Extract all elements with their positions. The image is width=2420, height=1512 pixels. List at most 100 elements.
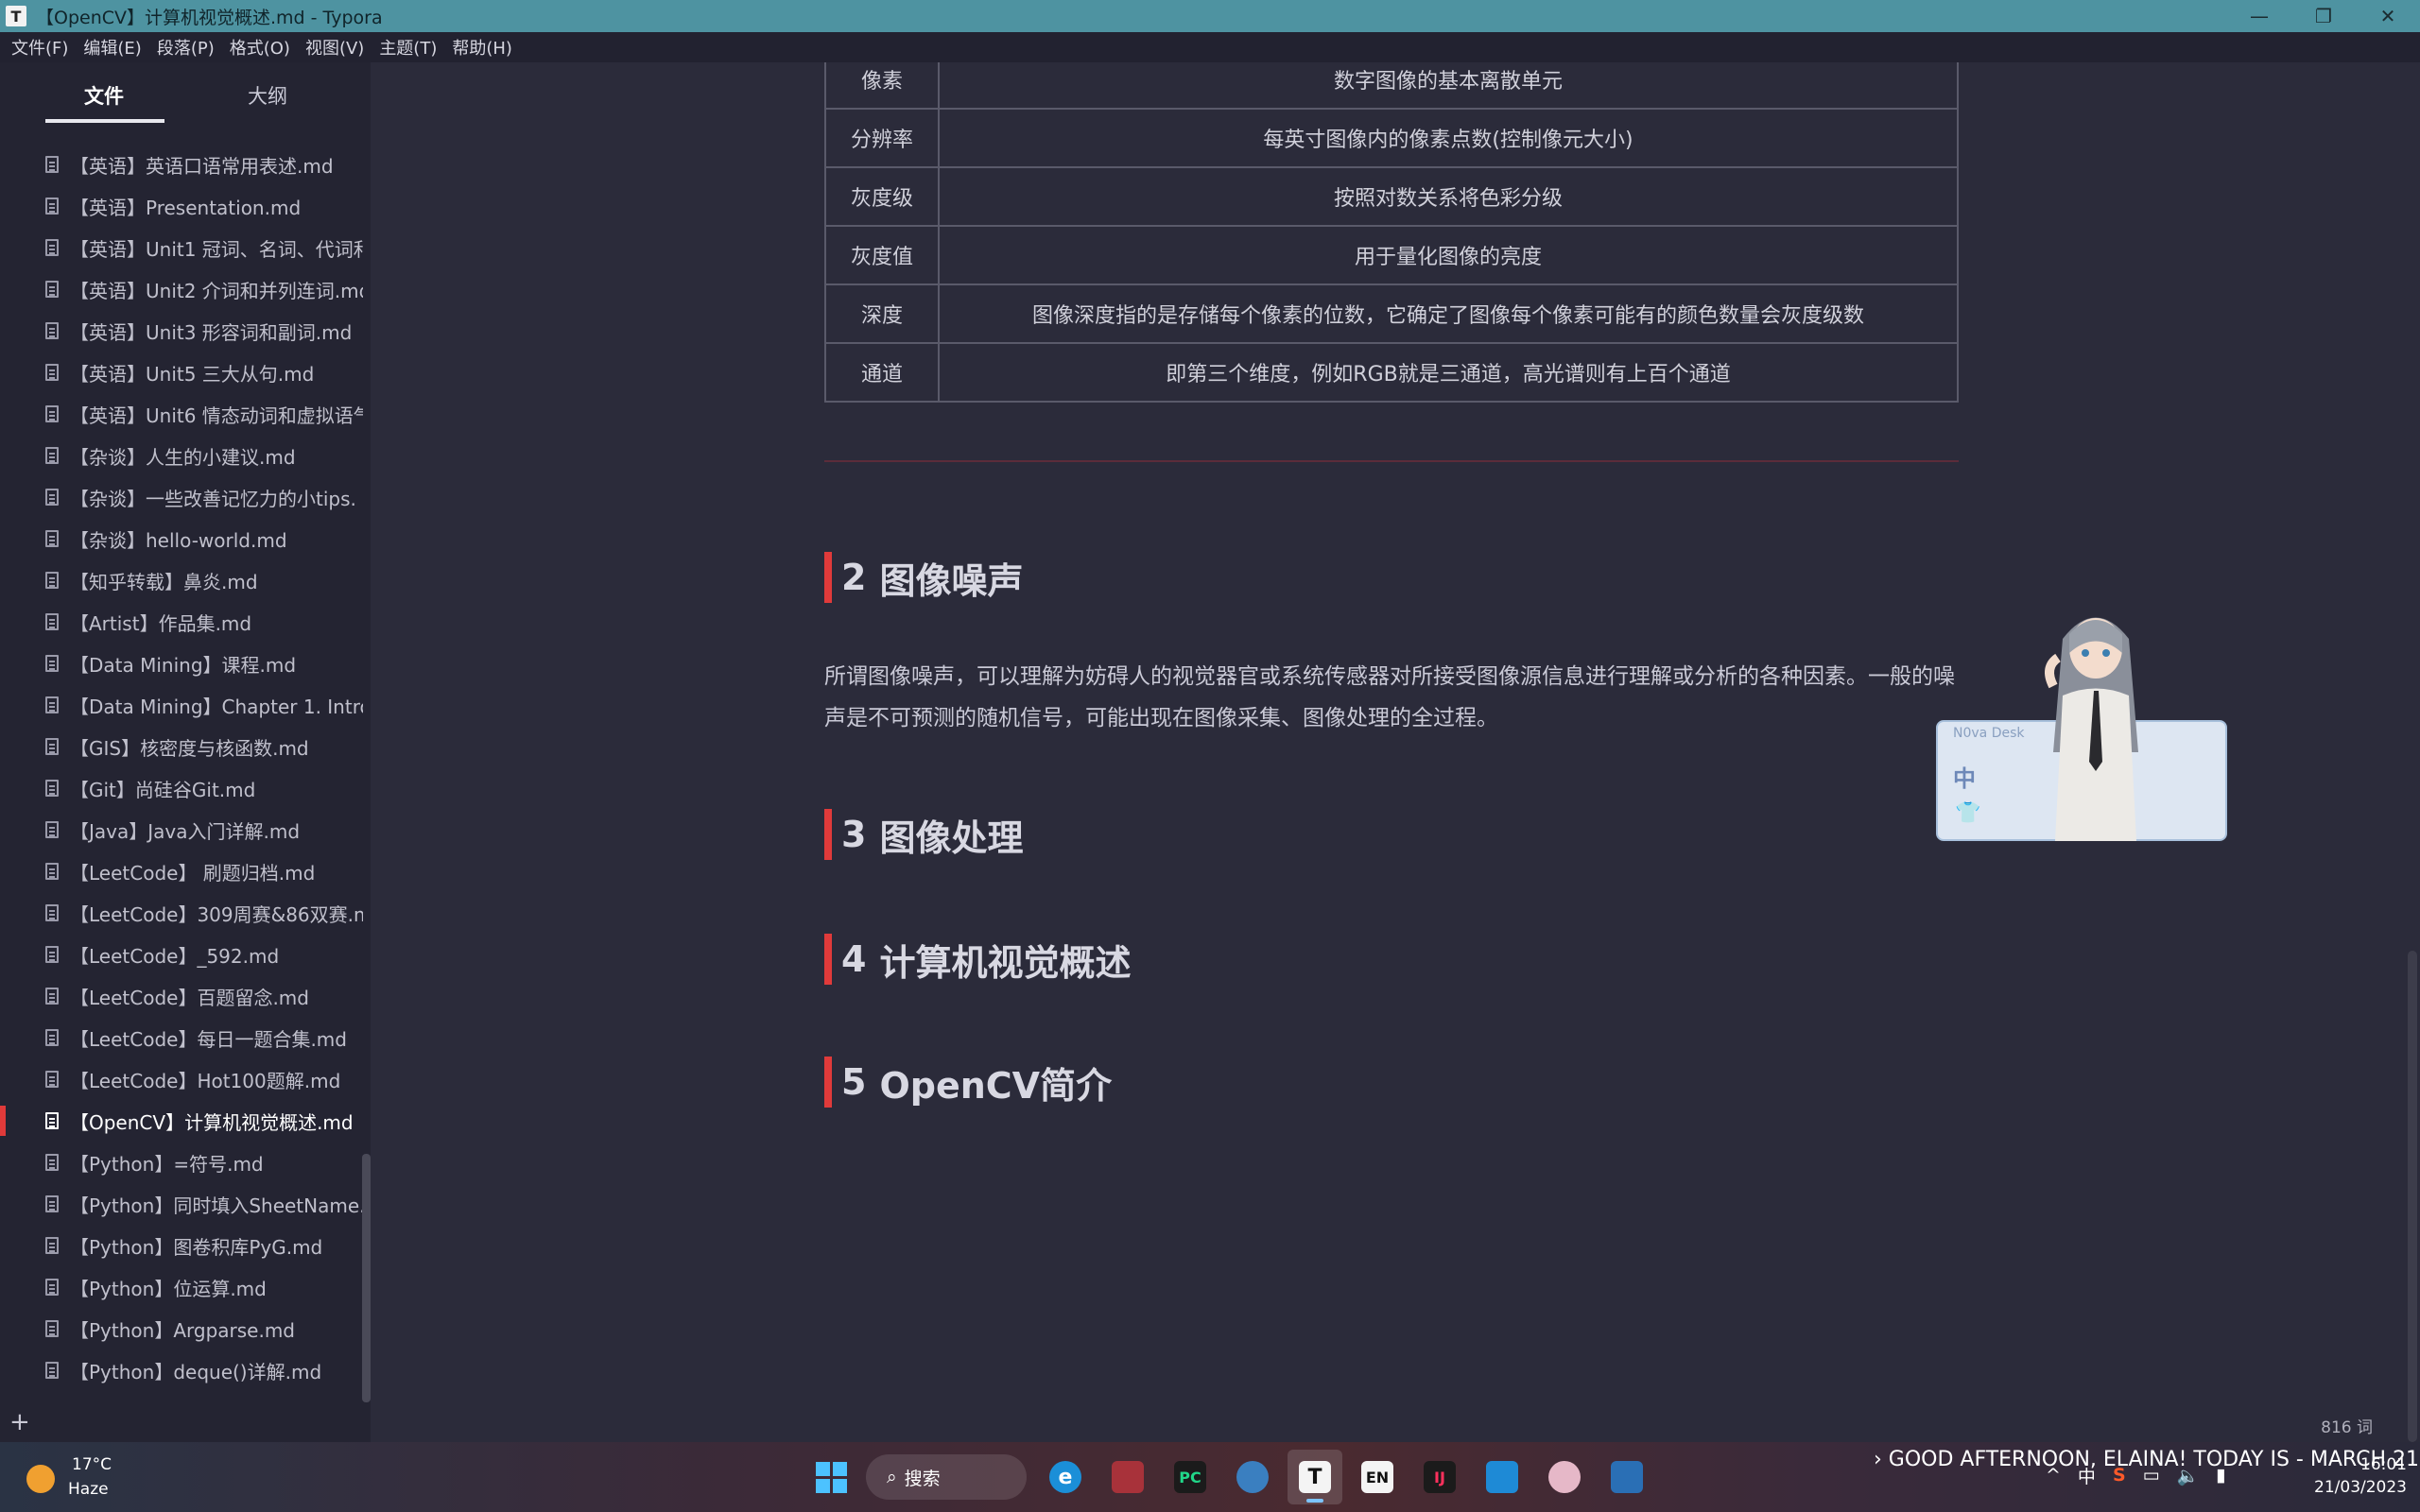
- heading-cv-overview[interactable]: 4 计算机视觉概述: [824, 934, 1131, 985]
- search-icon: ⌕: [887, 1467, 897, 1487]
- heading-number: 2: [841, 557, 867, 598]
- taskbar-vscode[interactable]: [1475, 1450, 1530, 1504]
- table-term-cell[interactable]: 灰度级: [824, 166, 940, 227]
- pet-language-button[interactable]: 中: [1953, 760, 1976, 793]
- document-icon: [45, 364, 59, 381]
- table-description-cell[interactable]: 图像深度指的是存储每个像素的位数，它确定了图像每个像素可能有的颜色数量会灰度级数: [938, 284, 1959, 344]
- file-item[interactable]: 【知乎转载】鼻炎.md: [0, 559, 363, 601]
- file-item[interactable]: 【LeetCode】Hot100题解.md: [0, 1058, 363, 1100]
- ime-indicator[interactable]: 中: [2078, 1463, 2096, 1488]
- file-item[interactable]: 【Python】同时填入SheetName.m: [0, 1183, 363, 1225]
- table-description-cell[interactable]: 即第三个维度，例如RGB就是三通道，高光谱则有上百个通道: [938, 342, 1959, 403]
- file-item-active[interactable]: 【OpenCV】计算机视觉概述.md: [0, 1100, 363, 1142]
- file-item[interactable]: 【Python】Argparse.md: [0, 1308, 363, 1349]
- menu-view[interactable]: 视图(V): [298, 35, 372, 60]
- menu-edit[interactable]: 编辑(E): [76, 35, 148, 60]
- tab-outline[interactable]: 大纲: [248, 81, 287, 110]
- avatar-app-icon: [1548, 1461, 1581, 1493]
- sidebar-scrollbar[interactable]: [362, 1154, 371, 1402]
- file-item[interactable]: 【Python】=符号.md: [0, 1142, 363, 1183]
- table-term-cell[interactable]: 分辨率: [824, 108, 940, 168]
- weather-widget[interactable]: 17°C Haze: [23, 1452, 117, 1504]
- heading-opencv-intro[interactable]: 5 OpenCV简介: [824, 1057, 1112, 1108]
- editor-scrollbar[interactable]: [2408, 951, 2417, 1442]
- file-item[interactable]: 【Git】尚硅谷Git.md: [0, 767, 363, 809]
- taskbar-blue-app[interactable]: [1599, 1450, 1654, 1504]
- file-name: 【LeetCode】 刷题归档.md: [70, 861, 316, 885]
- heading-image-processing[interactable]: 3 图像处理: [824, 809, 1023, 860]
- file-item[interactable]: 【杂谈】人生的小建议.md: [0, 435, 363, 476]
- file-item[interactable]: 【Data Mining】Chapter 1. Introduc: [0, 684, 363, 726]
- taskbar-search-app[interactable]: [1225, 1450, 1280, 1504]
- file-item[interactable]: 【英语】Unit3 形容词和副词.md: [0, 310, 363, 352]
- file-item[interactable]: 【GIS】核密度与核函数.md: [0, 726, 363, 767]
- sogou-input-icon[interactable]: S: [2113, 1465, 2126, 1486]
- table-term-cell[interactable]: 通道: [824, 342, 940, 403]
- menu-help[interactable]: 帮助(H): [444, 35, 520, 60]
- desktop-pet-widget[interactable]: N0va Desk 中 👕: [1934, 601, 2229, 843]
- table-description-cell[interactable]: 每英寸图像内的像素点数(控制像元大小): [938, 108, 1959, 168]
- file-item[interactable]: 【英语】Presentation.md: [0, 185, 363, 227]
- file-name: 【杂谈】一些改善记忆力的小tips.: [70, 487, 356, 510]
- paragraph-noise[interactable]: 所谓图像噪声，可以理解为妨碍人的视觉器官或系统传感器对所接受图像源信息进行理解或…: [824, 656, 1959, 739]
- haze-weather-icon: [26, 1465, 55, 1493]
- taskbar-avatar-app[interactable]: [1537, 1450, 1592, 1504]
- table-term-cell[interactable]: 灰度值: [824, 225, 940, 285]
- table-description-cell[interactable]: 按照对数关系将色彩分级: [938, 166, 1959, 227]
- taskbar-english-input[interactable]: EN: [1350, 1450, 1405, 1504]
- heading-image-noise[interactable]: 2 图像噪声: [824, 552, 1023, 603]
- file-item[interactable]: 【英语】Unit6 情态动词和虚拟语气: [0, 393, 363, 435]
- menu-theme[interactable]: 主题(T): [372, 35, 444, 60]
- table-row: 深度 图像深度指的是存储每个像素的位数，它确定了图像每个像素可能有的颜色数量会灰度…: [824, 284, 1959, 344]
- file-item[interactable]: 【Python】图卷积库PyG.md: [0, 1225, 363, 1266]
- taskbar-pycharm[interactable]: PC: [1163, 1450, 1218, 1504]
- chevron-up-icon[interactable]: ^: [2046, 1465, 2061, 1486]
- file-item[interactable]: 【杂谈】hello-world.md: [0, 518, 363, 559]
- restore-button[interactable]: ❐: [2291, 0, 2356, 32]
- pet-outfit-icon[interactable]: 👕: [1955, 801, 1980, 825]
- volume-icon[interactable]: 🔈: [2177, 1465, 2200, 1486]
- table-description-cell[interactable]: 用于量化图像的亮度: [938, 225, 1959, 285]
- file-name: 【Data Mining】课程.md: [70, 653, 297, 677]
- taskbar-red-app[interactable]: [1100, 1450, 1155, 1504]
- file-item[interactable]: 【Artist】作品集.md: [0, 601, 363, 643]
- taskbar-intellij[interactable]: IJ: [1412, 1450, 1467, 1504]
- network-icon[interactable]: ▭: [2143, 1465, 2160, 1486]
- file-item[interactable]: 【Python】deque()详解.md: [0, 1349, 363, 1391]
- horizontal-rule: [824, 460, 1959, 462]
- system-clock[interactable]: 16:01 21/03/2023: [2314, 1453, 2407, 1499]
- start-button[interactable]: [804, 1450, 858, 1504]
- battery-icon[interactable]: ▮: [2216, 1465, 2225, 1486]
- add-file-button[interactable]: +: [9, 1408, 30, 1436]
- file-item[interactable]: 【LeetCode】百题留念.md: [0, 975, 363, 1017]
- file-item[interactable]: 【LeetCode】_592.md: [0, 934, 363, 975]
- file-item[interactable]: 【英语】Unit5 三大从句.md: [0, 352, 363, 393]
- taskbar-search[interactable]: ⌕ 搜索: [866, 1454, 1027, 1500]
- table-description-cell[interactable]: 数字图像的基本离散单元: [938, 62, 1959, 110]
- file-item[interactable]: 【英语】英语口语常用表述.md: [0, 144, 363, 185]
- file-item[interactable]: 【LeetCode】 刷题归档.md: [0, 850, 363, 892]
- file-name: 【Java】Java入门详解.md: [70, 819, 301, 843]
- heading-accent-bar: [824, 809, 832, 860]
- table-term-cell[interactable]: 像素: [824, 62, 940, 110]
- menu-paragraph[interactable]: 段落(P): [149, 35, 222, 60]
- minimize-button[interactable]: —: [2227, 0, 2291, 32]
- file-item[interactable]: 【Java】Java入门详解.md: [0, 809, 363, 850]
- close-button[interactable]: ✕: [2356, 0, 2420, 32]
- file-item[interactable]: 【LeetCode】每日一题合集.md: [0, 1017, 363, 1058]
- file-item[interactable]: 【Data Mining】课程.md: [0, 643, 363, 684]
- anime-character-image[interactable]: [2025, 601, 2167, 841]
- table-term-cell[interactable]: 深度: [824, 284, 940, 344]
- file-item[interactable]: 【杂谈】一些改善记忆力的小tips.: [0, 476, 363, 518]
- taskbar-typora[interactable]: T: [1288, 1450, 1342, 1504]
- file-name: 【英语】Unit5 三大从句.md: [70, 362, 315, 386]
- file-item[interactable]: 【Python】位运算.md: [0, 1266, 363, 1308]
- file-item[interactable]: 【LeetCode】309周赛&86双赛.md: [0, 892, 363, 934]
- tab-files[interactable]: 文件: [84, 81, 124, 110]
- file-item[interactable]: 【英语】Unit2 介词和并列连词.md: [0, 268, 363, 310]
- clock-time: 16:01: [2360, 1455, 2407, 1474]
- taskbar-edge[interactable]: e: [1038, 1450, 1093, 1504]
- file-item[interactable]: 【英语】Unit1 冠词、名词、代词和: [0, 227, 363, 268]
- menu-file[interactable]: 文件(F): [4, 35, 76, 60]
- menu-format[interactable]: 格式(O): [222, 35, 298, 60]
